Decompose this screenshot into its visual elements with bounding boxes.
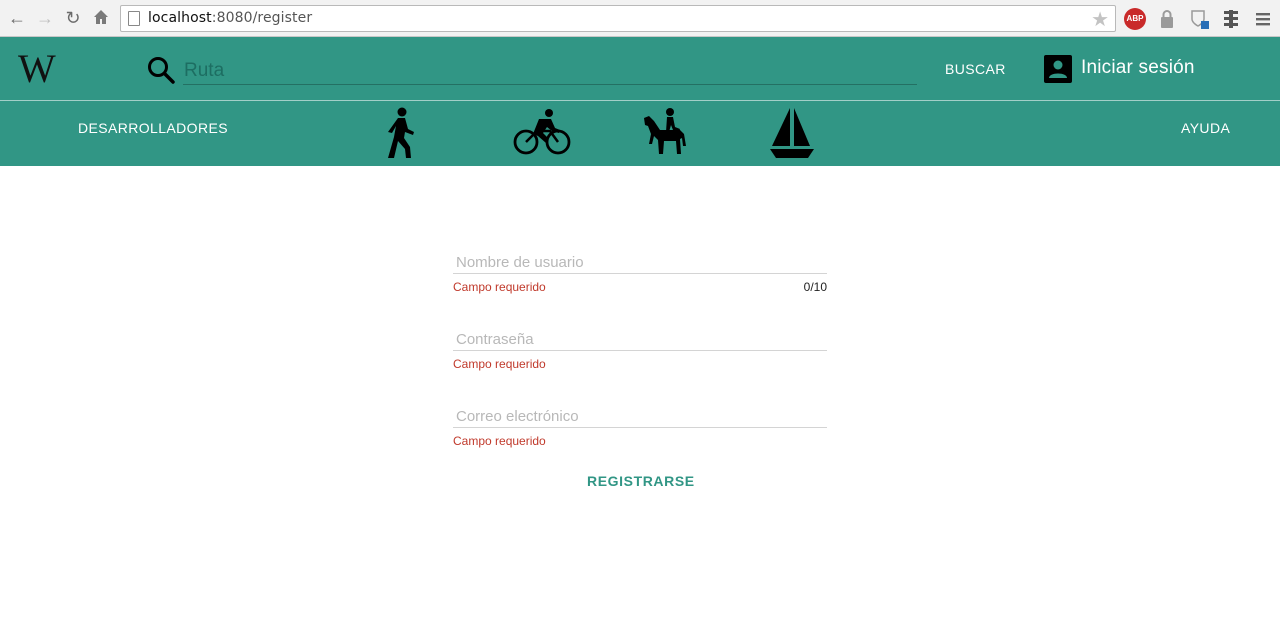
search-button[interactable]: BUSCAR <box>945 61 1006 77</box>
header-nav-row: DESARROLLADORES AYUDA <box>0 102 1280 166</box>
walking-icon[interactable] <box>383 107 419 164</box>
browser-toolbar: ← → ↻ localhost:8080/register ★ ABP <box>0 0 1280 37</box>
account-box-icon[interactable] <box>1043 54 1073 84</box>
bookmark-star-icon[interactable]: ★ <box>1091 7 1109 32</box>
home-icon[interactable] <box>91 8 111 28</box>
username-input[interactable] <box>453 252 827 274</box>
bicycle-icon[interactable] <box>513 109 571 160</box>
adblock-icon[interactable]: ABP <box>1124 8 1146 30</box>
email-input[interactable] <box>453 406 827 428</box>
help-link[interactable]: AYUDA <box>1181 120 1230 136</box>
back-icon[interactable]: ← <box>7 8 27 28</box>
username-error: Campo requerido <box>453 280 546 294</box>
reload-icon[interactable]: ↻ <box>63 8 83 28</box>
developers-link[interactable]: DESARROLLADORES <box>78 120 228 136</box>
traffic-light-icon[interactable] <box>1220 8 1242 30</box>
route-search-input[interactable] <box>183 57 917 85</box>
menu-icon[interactable] <box>1252 8 1274 30</box>
app-header: W BUSCAR Iniciar sesión DESARROLLADORES <box>0 37 1280 166</box>
register-form: Campo requerido 0/10 Campo requerido Cam… <box>453 250 827 481</box>
forward-icon[interactable]: → <box>35 8 55 28</box>
horse-riding-icon[interactable] <box>642 108 688 161</box>
search-icon <box>146 55 176 85</box>
login-link[interactable]: Iniciar sesión <box>1081 57 1195 79</box>
register-button[interactable]: REGISTRARSE <box>587 470 694 492</box>
address-bar[interactable]: localhost:8080/register ★ <box>120 5 1116 32</box>
logo[interactable]: W <box>18 49 56 89</box>
page-icon <box>128 11 140 26</box>
shield-icon[interactable] <box>1188 8 1210 30</box>
header-top-row: W BUSCAR Iniciar sesión <box>0 37 1280 101</box>
username-field: Campo requerido 0/10 <box>453 250 827 327</box>
url-text: localhost:8080/register <box>148 10 313 26</box>
password-field: Campo requerido <box>453 327 827 404</box>
email-error: Campo requerido <box>453 434 546 448</box>
password-input[interactable] <box>453 329 827 351</box>
username-char-counter: 0/10 <box>803 280 827 294</box>
sailboat-icon[interactable] <box>768 106 816 165</box>
password-error: Campo requerido <box>453 357 546 371</box>
lock-icon[interactable] <box>1156 8 1178 30</box>
